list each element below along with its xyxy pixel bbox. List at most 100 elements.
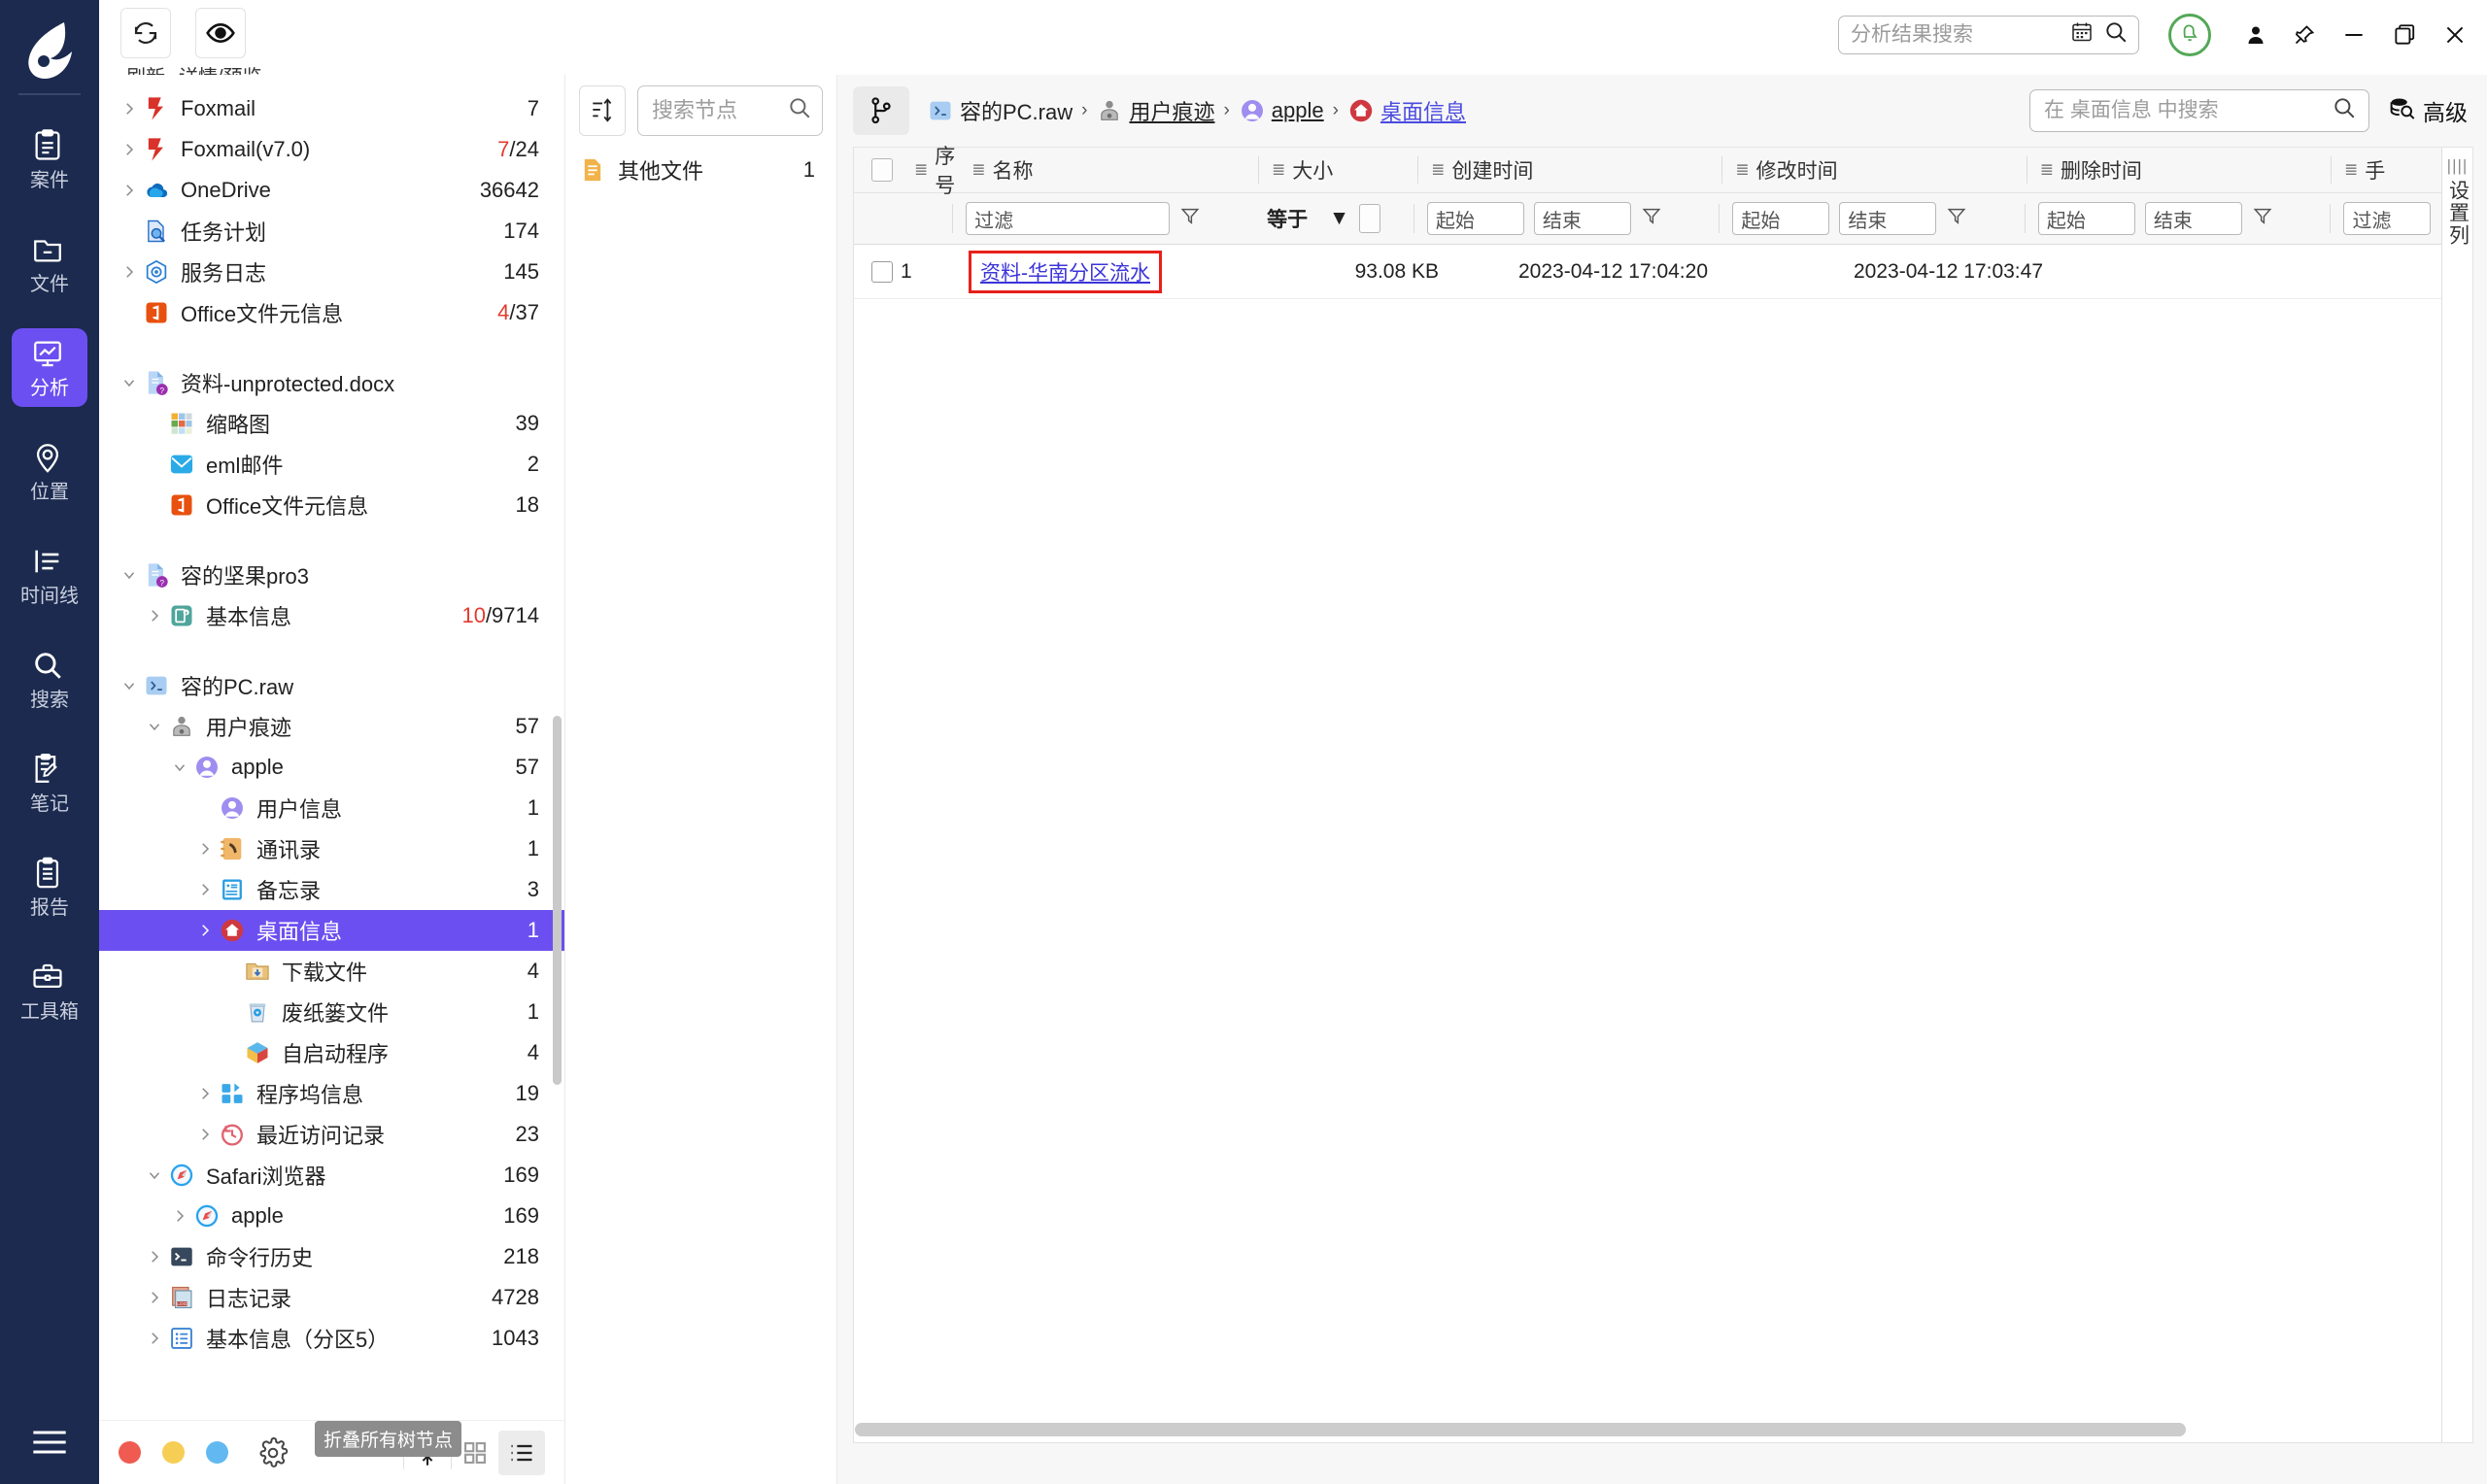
modified-end-input[interactable]: 结束: [1839, 202, 1937, 235]
close-icon[interactable]: [2442, 22, 2468, 48]
sidebar-item-report[interactable]: 报告: [12, 848, 87, 927]
chevron-down-icon[interactable]: [117, 566, 142, 584]
chevron-right-icon[interactable]: [167, 1207, 192, 1225]
tree-node[interactable]: 通讯录 1: [99, 828, 564, 869]
created-start-input[interactable]: 起始: [1426, 202, 1524, 235]
breadcrumb-item[interactable]: apple: [1239, 97, 1324, 124]
column-menu-icon[interactable]: ≣: [2040, 160, 2054, 180]
branch-icon[interactable]: [853, 86, 909, 135]
chevron-right-icon[interactable]: [142, 1289, 167, 1306]
funnel-icon[interactable]: [1179, 205, 1201, 232]
sidebar-item-notes[interactable]: 笔记: [12, 744, 87, 823]
tree-vertical-scrollbar[interactable]: [553, 716, 562, 1085]
column-menu-icon[interactable]: ≣: [1735, 160, 1749, 180]
tree-node[interactable]: 用户信息 1: [99, 788, 564, 828]
user-icon[interactable]: [2244, 22, 2267, 48]
minimize-icon[interactable]: [2341, 22, 2367, 48]
created-end-input[interactable]: 结束: [1533, 202, 1631, 235]
breadcrumb-item[interactable]: 用户痕迹: [1096, 95, 1214, 126]
column-menu-icon[interactable]: ≣: [971, 160, 985, 180]
tree-node[interactable]: Office文件元信息 18: [99, 485, 564, 525]
pin-icon[interactable]: [2293, 22, 2316, 48]
tag-dot-yellow[interactable]: [162, 1441, 185, 1464]
deleted-start-input[interactable]: 起始: [2037, 202, 2135, 235]
tree-node[interactable]: 容的PC.raw: [99, 665, 564, 706]
chevron-down-icon[interactable]: [142, 718, 167, 735]
column-menu-icon[interactable]: ≣: [914, 160, 928, 180]
gear-icon[interactable]: [257, 1436, 289, 1468]
search-icon[interactable]: [2332, 95, 2357, 126]
tree-node[interactable]: ? 资料-unprotected.docx: [99, 362, 564, 403]
sidebar-item-case[interactable]: 案件: [12, 120, 87, 199]
tree-node[interactable]: apple 57: [99, 747, 564, 788]
node-search[interactable]: [637, 85, 823, 136]
sidebar-item-toolbox[interactable]: 工具箱: [12, 952, 87, 1030]
tree-node[interactable]: 桌面信息 1: [99, 910, 564, 951]
funnel-icon[interactable]: [2252, 205, 2273, 232]
tree-node[interactable]: 最近访问记录 23: [99, 1114, 564, 1155]
search-icon[interactable]: [787, 95, 812, 126]
chevron-right-icon[interactable]: [117, 182, 142, 199]
chevron-right-icon[interactable]: [142, 1330, 167, 1347]
tree-node[interactable]: Foxmail(v7.0) 7/24: [99, 129, 564, 170]
modified-start-input[interactable]: 起始: [1732, 202, 1830, 235]
tree-node[interactable]: OneDrive 36642: [99, 170, 564, 211]
chevron-down-icon[interactable]: [142, 1166, 167, 1184]
tree-node[interactable]: 废纸篓文件 1: [99, 992, 564, 1032]
calendar-icon[interactable]: [2070, 20, 2094, 50]
list-item[interactable]: 其他文件 1: [565, 147, 836, 193]
sidebar-item-timeline[interactable]: 时间线: [12, 536, 87, 615]
table-column-header[interactable]: ≣ 大小: [1258, 148, 1417, 192]
search-input[interactable]: [652, 98, 781, 123]
deleted-end-input[interactable]: 结束: [2144, 202, 2242, 235]
funnel-icon[interactable]: [1641, 205, 1662, 232]
chevron-down-icon[interactable]: [167, 759, 192, 776]
tag-dot-red[interactable]: [119, 1441, 141, 1464]
tree-node[interactable]: 基本信息（分区5） 1043: [99, 1318, 564, 1359]
extra-filter-input[interactable]: 过滤: [2343, 202, 2432, 235]
chevron-down-icon[interactable]: [117, 374, 142, 391]
chevron-right-icon[interactable]: [117, 263, 142, 281]
advanced-search-button[interactable]: 高级: [2387, 94, 2468, 127]
sidebar-item-files[interactable]: 文件: [12, 224, 87, 303]
table-row[interactable]: 1 资料-华南分区流水 93.08 KB 2023-04-12 17:04:20 202…: [854, 245, 2472, 299]
file-name-link[interactable]: 资料-华南分区流水: [969, 250, 1162, 293]
tree-node[interactable]: 缩略图 39: [99, 403, 564, 444]
funnel-icon[interactable]: [1946, 205, 1967, 232]
context-search[interactable]: [2029, 89, 2369, 132]
table-column-header[interactable]: ≣ 修改时间: [1721, 148, 2026, 192]
tree-node[interactable]: 程序坞信息 19: [99, 1073, 564, 1114]
sidebar-item-location[interactable]: 位置: [12, 432, 87, 511]
chevron-right-icon[interactable]: [192, 922, 218, 939]
breadcrumb-item[interactable]: 桌面信息: [1347, 95, 1466, 126]
tree-node[interactable]: LOG 日志记录 4728: [99, 1277, 564, 1318]
hamburger-menu-icon[interactable]: [0, 1428, 99, 1457]
sidebar-item-search[interactable]: 搜索: [12, 640, 87, 719]
select-all-checkbox[interactable]: [871, 158, 893, 182]
chevron-right-icon[interactable]: [117, 100, 142, 118]
breadcrumb-item[interactable]: 容的PC.raw: [927, 95, 1073, 126]
tree-node[interactable]: Safari浏览器 169: [99, 1155, 564, 1196]
table-column-header[interactable]: ≣ 序号: [901, 146, 958, 197]
tree-node[interactable]: 备忘录 3: [99, 869, 564, 910]
tree-node[interactable]: 任务计划 174: [99, 211, 564, 252]
notification-button[interactable]: [2168, 14, 2211, 56]
chevron-down-icon[interactable]: [117, 677, 142, 694]
tree-scroll-area[interactable]: Foxmail 7 Foxmail(v7.0) 7/24 OneDrive 36642 任务…: [99, 75, 564, 1420]
column-menu-icon[interactable]: ≣: [1272, 160, 1285, 180]
search-input[interactable]: [1851, 23, 2061, 47]
size-operator-select[interactable]: 等于 ▼: [1267, 204, 1349, 233]
chevron-right-icon[interactable]: [142, 607, 167, 624]
global-search[interactable]: [1838, 16, 2139, 54]
maximize-icon[interactable]: [2392, 22, 2417, 48]
chevron-right-icon[interactable]: [117, 141, 142, 158]
search-input[interactable]: [2044, 99, 2326, 122]
chevron-right-icon[interactable]: [192, 881, 218, 898]
tree-node[interactable]: 命令行历史 218: [99, 1236, 564, 1277]
row-checkbox[interactable]: [871, 260, 893, 283]
chevron-right-icon[interactable]: [192, 840, 218, 858]
tree-node[interactable]: Office文件元信息 4/37: [99, 292, 564, 333]
sort-icon[interactable]: [579, 85, 626, 136]
tag-dot-blue[interactable]: [206, 1441, 228, 1464]
tree-node[interactable]: ? 容的坚果pro3: [99, 555, 564, 595]
